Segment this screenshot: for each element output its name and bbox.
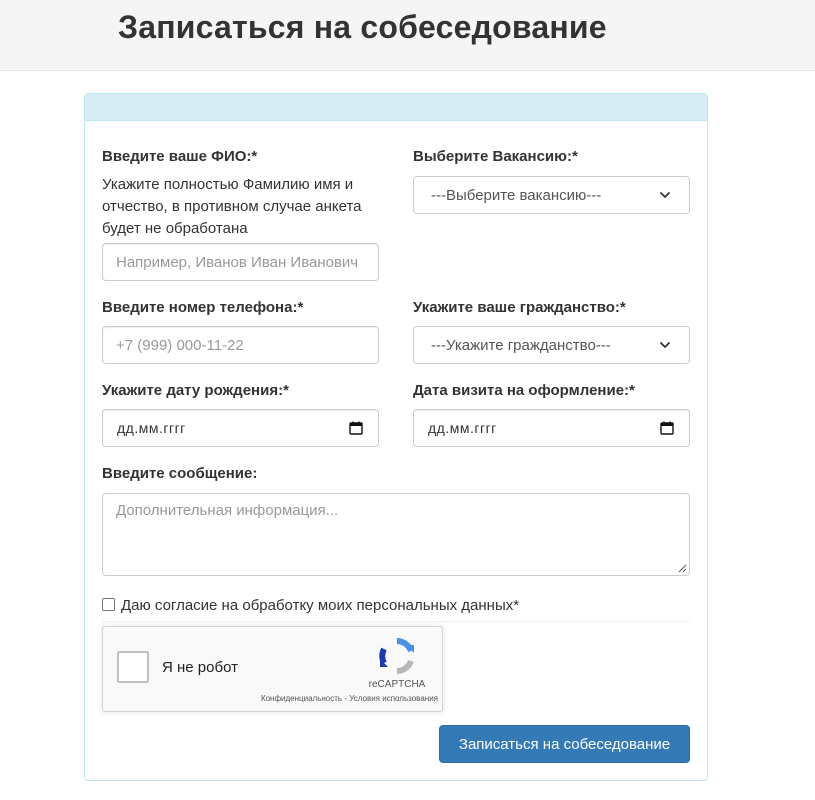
message-textarea[interactable]: Дополнительная информация... [102,493,690,576]
chevron-down-icon [660,192,670,198]
phone-label: Введите номер телефона:* [102,299,304,316]
recaptcha-label: Я не робот [162,659,238,676]
vacancy-label: Выберите Вакансию:* [413,148,578,165]
recaptcha-brand: reCAPTCHA [368,679,426,690]
submit-button[interactable]: Записаться на собеседование [439,725,690,763]
recaptcha-checkbox[interactable] [117,651,149,683]
page-header: Записаться на собеседование [0,0,815,71]
visit-date-label: Дата визита на оформление:* [413,382,635,399]
consent-label[interactable]: Даю согласие на обработку моих персональ… [121,597,519,614]
panel-heading [85,94,707,121]
recaptcha-logo-icon [379,638,414,674]
page-title: Записаться на собеседование [118,9,607,45]
birthdate-input[interactable]: дд.мм.гггг [102,409,379,447]
visit-date-placeholder: дд.мм.гггг [428,420,497,436]
citizenship-select[interactable]: ---Укажите гражданство--- [413,326,690,364]
recaptcha-privacy-link[interactable]: Конфиденциальность [261,694,342,703]
birthdate-placeholder: дд.мм.гггг [117,420,186,436]
calendar-icon[interactable] [348,420,364,436]
visit-date-input[interactable]: дд.мм.гггг [413,409,690,447]
calendar-icon[interactable] [659,420,675,436]
citizenship-label: Укажите ваше гражданство:* [413,299,626,316]
recaptcha-widget: Я не робот reCAPTCHA Конфиденциальность … [102,626,443,712]
message-placeholder: Дополнительная информация... [116,502,339,519]
vacancy-select[interactable]: ---Выберите вакансию--- [413,176,690,214]
recaptcha-terms-link[interactable]: Условия использования [349,694,438,703]
resize-handle-icon[interactable] [678,564,687,573]
divider [102,621,690,622]
message-label: Введите сообщение: [102,465,258,482]
fio-help-text: Укажите полностью Фамилию имя и отчество… [102,176,362,237]
fio-label: Введите ваше ФИО:* [102,148,258,165]
consent-row[interactable]: Даю согласие на обработку моих персональ… [102,597,519,614]
birthdate-label: Укажите дату рождения:* [102,382,289,399]
vacancy-select-value: ---Выберите вакансию--- [431,186,602,204]
chevron-down-icon [660,342,670,348]
fio-input[interactable]: Например, Иванов Иван Иванович [102,243,379,281]
citizenship-select-value: ---Укажите гражданство--- [431,336,611,354]
phone-input[interactable]: +7 (999) 000-11-22 [102,326,379,364]
consent-checkbox[interactable] [102,598,115,611]
recaptcha-links: Конфиденциальность - Условия использован… [223,694,438,703]
